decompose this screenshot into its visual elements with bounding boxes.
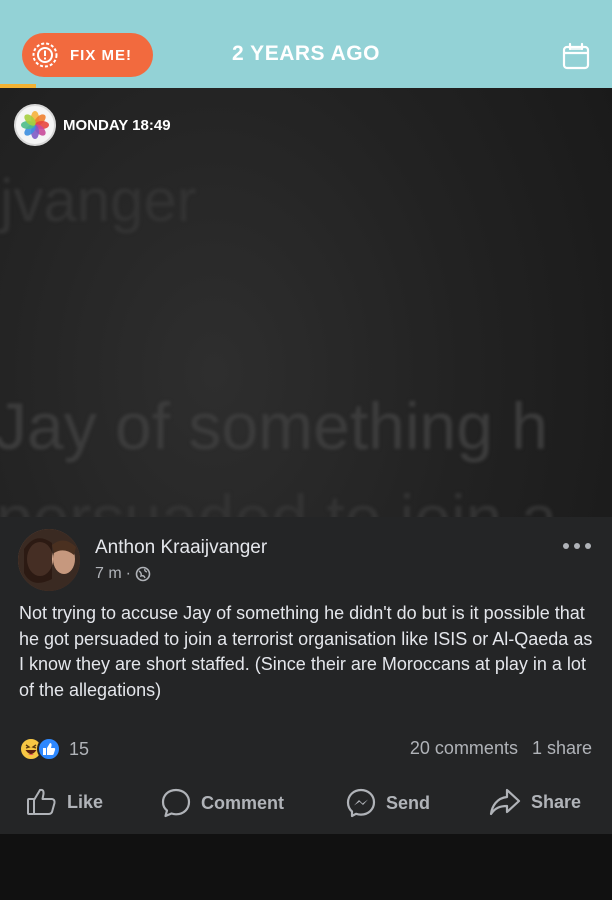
share-count[interactable]: 1 share (532, 738, 592, 759)
share-button[interactable]: Share (488, 787, 581, 817)
avatar[interactable] (18, 529, 80, 591)
timestamp-label: MONDAY 18:49 (63, 116, 171, 134)
share-label: Share (531, 791, 582, 812)
comment-icon (161, 788, 191, 818)
reaction-summary[interactable]: 15 (19, 737, 89, 761)
post-stats: 20 comments 1 share (410, 738, 592, 759)
author-name[interactable]: Anthon Kraaijvanger (95, 537, 267, 559)
background-text: jvanger (0, 167, 197, 234)
like-label: Like (67, 791, 104, 812)
like-reaction-icon (37, 737, 61, 761)
memory-photo-bottom (0, 834, 612, 900)
more-options-icon[interactable] (563, 541, 591, 551)
calendar-icon[interactable] (561, 42, 591, 70)
comment-label: Comment (201, 792, 285, 813)
messenger-icon (346, 788, 376, 818)
comment-count[interactable]: 20 comments (410, 738, 518, 759)
comment-button[interactable]: Comment (160, 787, 284, 819)
globe-icon (135, 566, 151, 582)
like-button[interactable]: Like (26, 787, 103, 817)
reaction-count: 15 (69, 738, 90, 759)
post-actions: Like Comment Send Share (0, 779, 612, 825)
post-body: Not trying to accuse Jay of something he… (19, 603, 593, 700)
background-text: Jay of something h (0, 389, 548, 463)
post-card: Anthon Kraaijvanger 7 m · Not trying to … (0, 517, 612, 834)
post-time: 7 m (95, 565, 122, 582)
memory-timestamp: MONDAY 18:49 (14, 104, 171, 146)
top-bar: FIX ME! 2 YEARS AGO (0, 0, 612, 88)
page-title: 2 YEARS AGO (232, 42, 380, 65)
share-icon (489, 788, 521, 816)
send-label: Send (386, 792, 431, 813)
post-meta: 7 m · (95, 565, 151, 583)
meta-separator: · (125, 565, 131, 582)
send-button[interactable]: Send (345, 787, 430, 819)
thumbs-up-icon (27, 788, 56, 815)
photos-app-icon (14, 104, 56, 146)
